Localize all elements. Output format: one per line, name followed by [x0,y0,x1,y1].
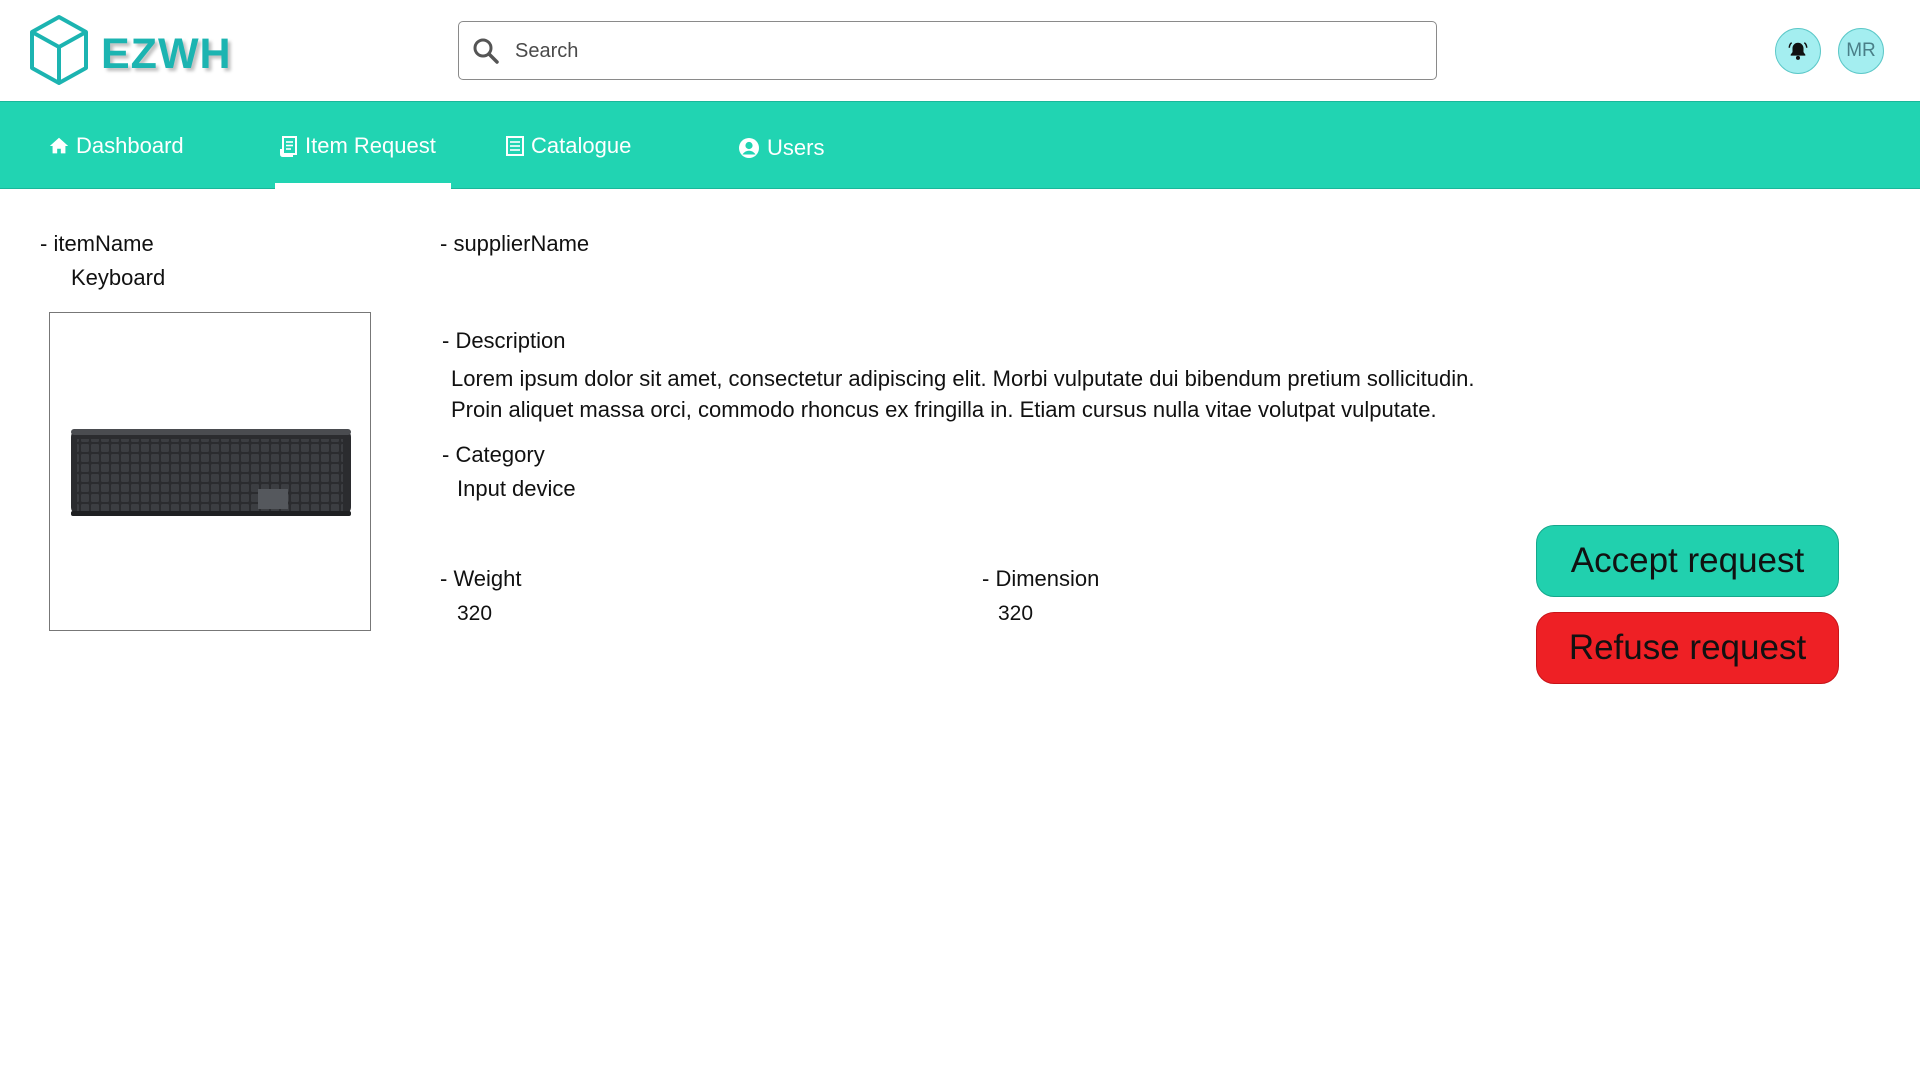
user-avatar[interactable]: MR [1838,28,1884,74]
refuse-request-button[interactable]: Refuse request [1536,612,1839,684]
keyboard-image [71,429,351,516]
app-header: EZWH MR [0,0,1920,101]
home-icon [49,137,69,154]
nav-users-label: Users [767,135,825,160]
accept-request-button[interactable]: Accept request [1536,525,1839,597]
search-input[interactable] [515,34,1415,68]
user-circle-icon [739,138,759,158]
category-value: Input device [457,476,576,501]
nav-item-request-label: Item Request [305,133,436,158]
weight-label: - Weight [440,566,522,591]
search-bar[interactable] [458,21,1437,80]
item-name-value: Keyboard [71,265,166,290]
brand-name[interactable]: EZWH [101,30,232,79]
notifications-button[interactable] [1775,28,1821,74]
receipt-icon [280,136,297,157]
bell-icon [1788,42,1808,60]
category-label: - Category [442,442,545,467]
nav-users[interactable]: Users [737,104,824,192]
description-line: Proin aliquet massa orci, commodo rhoncu… [451,397,1437,422]
nav-item-request[interactable]: Item Request [275,102,451,191]
list-icon [506,136,524,156]
weight-value: 320 [457,602,493,625]
description-line: Lorem ipsum dolor sit amet, consectetur … [451,366,1475,391]
dimension-value: 320 [998,602,1034,625]
nav-dashboard-label: Dashboard [76,133,184,158]
main-navigation: Dashboard Item Request Catalogue Users [0,101,1920,192]
item-name-label: - itemName [40,231,154,256]
cube-logo-icon[interactable] [28,14,90,86]
item-image-frame [49,312,371,631]
nav-catalogue[interactable]: Catalogue [505,102,631,190]
description-text: Lorem ipsum dolor sit amet, consectetur … [451,363,1551,425]
active-tab-indicator [275,183,451,191]
supplier-name-label: - supplierName [440,231,590,256]
dimension-label: - Dimension [982,566,1100,591]
nav-catalogue-label: Catalogue [531,133,632,158]
nav-dashboard[interactable]: Dashboard [48,102,184,190]
search-icon [473,38,499,64]
description-label: - Description [442,328,566,353]
